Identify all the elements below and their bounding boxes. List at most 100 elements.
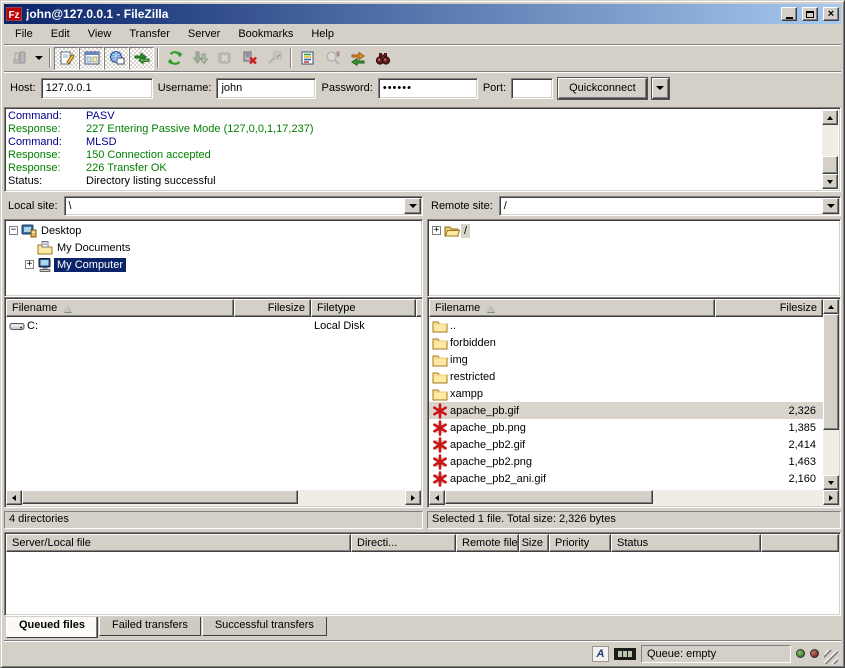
- expand-plus-icon[interactable]: +: [25, 260, 34, 269]
- queue-body[interactable]: [6, 552, 839, 614]
- file-row-apache-pb2-gif[interactable]: apache_pb2.gif2,414: [429, 436, 823, 453]
- documents-icon: [37, 240, 54, 256]
- toggle-queue-button[interactable]: [129, 47, 154, 70]
- tree-item-desktop[interactable]: −Desktop: [7, 222, 420, 239]
- menu-view[interactable]: View: [79, 24, 121, 44]
- column-header-l[interactable]: L: [416, 299, 421, 317]
- scrollbar-thumb[interactable]: [823, 314, 839, 430]
- cancel-operation-button[interactable]: [212, 47, 237, 70]
- port-input[interactable]: [511, 78, 553, 99]
- local-horizontal-scrollbar[interactable]: [6, 490, 421, 506]
- scrollbar-track[interactable]: [823, 314, 839, 475]
- file-row-forbidden[interactable]: forbidden: [429, 334, 823, 351]
- disconnect-button[interactable]: [237, 47, 262, 70]
- scroll-left-button[interactable]: [429, 490, 445, 505]
- log-vertical-scrollbar[interactable]: [822, 110, 838, 189]
- menu-file[interactable]: File: [6, 24, 42, 44]
- indicator-badge-icon[interactable]: [614, 648, 636, 660]
- scroll-up-button[interactable]: [822, 110, 838, 125]
- toggle-log-button[interactable]: [54, 47, 79, 70]
- collapse-minus-icon[interactable]: −: [9, 226, 18, 235]
- scroll-up-button[interactable]: [823, 299, 839, 314]
- file-row-item[interactable]: ..: [429, 317, 823, 334]
- remote-horizontal-scrollbar[interactable]: [429, 490, 839, 506]
- site-manager-button[interactable]: [7, 47, 32, 70]
- find-files-button[interactable]: [370, 47, 395, 70]
- scrollbar-thumb[interactable]: [822, 156, 838, 174]
- scroll-left-button[interactable]: [6, 490, 22, 505]
- arrow-down-icon: [827, 180, 833, 184]
- scroll-right-button[interactable]: [405, 490, 421, 505]
- scroll-down-button[interactable]: [823, 475, 839, 490]
- host-input[interactable]: [41, 78, 153, 99]
- tab-failed-transfers[interactable]: Failed transfers: [99, 617, 201, 636]
- menu-bookmarks[interactable]: Bookmarks: [229, 24, 302, 44]
- remote-site-combo[interactable]: /: [499, 196, 841, 216]
- column-header-label: Filename: [435, 302, 480, 314]
- file-row-apache-pb-png[interactable]: apache_pb.png1,385: [429, 419, 823, 436]
- resize-grip[interactable]: [824, 650, 838, 664]
- file-row-apache-pb2-ani-gif[interactable]: apache_pb2_ani.gif2,160: [429, 470, 823, 487]
- menu-edit[interactable]: Edit: [42, 24, 79, 44]
- local-site-combo[interactable]: \: [64, 196, 423, 216]
- toolbar-separator: [49, 48, 51, 68]
- column-header-label: Filesize: [268, 302, 305, 314]
- close-button[interactable]: ×: [823, 7, 839, 21]
- scroll-down-button[interactable]: [822, 174, 838, 189]
- site-manager-dropdown[interactable]: [32, 47, 46, 70]
- toggle-remote-tree-button[interactable]: [104, 47, 129, 70]
- filter-button[interactable]: [295, 47, 320, 70]
- column-header-directi[interactable]: Directi...: [351, 534, 456, 552]
- remote-vertical-scrollbar[interactable]: [823, 299, 839, 490]
- file-row-img[interactable]: img: [429, 351, 823, 368]
- menu-server[interactable]: Server: [179, 24, 229, 44]
- file-row-apache-pb-gif[interactable]: apache_pb.gif2,326: [429, 402, 823, 419]
- file-row-c[interactable]: C:Local Disk: [6, 317, 421, 334]
- process-queue-button[interactable]: [187, 47, 212, 70]
- column-header-filesize[interactable]: Filesize: [715, 299, 823, 317]
- scroll-right-button[interactable]: [823, 490, 839, 505]
- scrollbar-track[interactable]: [445, 490, 823, 506]
- column-header-status[interactable]: Status: [611, 534, 761, 552]
- reconnect-button[interactable]: [262, 47, 287, 70]
- scrollbar-thumb[interactable]: [445, 490, 653, 504]
- ascii-type-icon[interactable]: A: [592, 646, 609, 662]
- tab-queued-files[interactable]: Queued files: [6, 617, 98, 638]
- column-header-remote-file[interactable]: Remote file: [456, 534, 519, 552]
- file-row-xampp[interactable]: xampp: [429, 385, 823, 402]
- directory-comparison-button[interactable]: [320, 47, 345, 70]
- tab-successful-transfers[interactable]: Successful transfers: [202, 617, 327, 636]
- file-row-restricted[interactable]: restricted: [429, 368, 823, 385]
- toggle-local-tree-button[interactable]: [79, 47, 104, 70]
- column-header-priority[interactable]: Priority: [549, 534, 611, 552]
- column-header-filename[interactable]: Filename: [429, 299, 715, 317]
- synchronized-browsing-button[interactable]: [345, 47, 370, 70]
- remote-site-row: Remote site: /: [427, 195, 841, 217]
- tree-item-my-documents[interactable]: My Documents: [7, 239, 420, 256]
- column-header-size[interactable]: Size: [519, 534, 549, 552]
- file-row-apache-pb2-png[interactable]: apache_pb2.png1,463: [429, 453, 823, 470]
- username-input[interactable]: [216, 78, 316, 99]
- tree-item-my-computer[interactable]: +My Computer: [7, 256, 420, 273]
- local-site-dropdown[interactable]: [404, 198, 421, 214]
- minimize-button[interactable]: [781, 7, 797, 21]
- scrollbar-track[interactable]: [22, 490, 405, 506]
- column-header-filesize[interactable]: Filesize: [234, 299, 311, 317]
- column-header-server-local-file[interactable]: Server/Local file: [6, 534, 351, 552]
- remote-site-dropdown[interactable]: [822, 198, 839, 214]
- menu-transfer[interactable]: Transfer: [120, 24, 179, 44]
- expand-plus-icon[interactable]: +: [432, 226, 441, 235]
- quickconnect-button[interactable]: Quickconnect: [558, 78, 647, 99]
- refresh-button[interactable]: [162, 47, 187, 70]
- column-header-filetype[interactable]: Filetype: [311, 299, 416, 317]
- titlebar[interactable]: Fz john@127.0.0.1 - FileZilla ×: [4, 4, 841, 24]
- password-input[interactable]: [378, 78, 478, 99]
- maximize-button[interactable]: [802, 7, 818, 21]
- quickconnect-dropdown[interactable]: [652, 78, 669, 99]
- scrollbar-track[interactable]: [822, 125, 838, 174]
- column-header-blank[interactable]: [761, 534, 839, 552]
- column-header-filename[interactable]: Filename: [6, 299, 234, 317]
- tree-item-item[interactable]: +/: [430, 222, 838, 239]
- scrollbar-thumb[interactable]: [22, 490, 298, 504]
- menu-help[interactable]: Help: [302, 24, 343, 44]
